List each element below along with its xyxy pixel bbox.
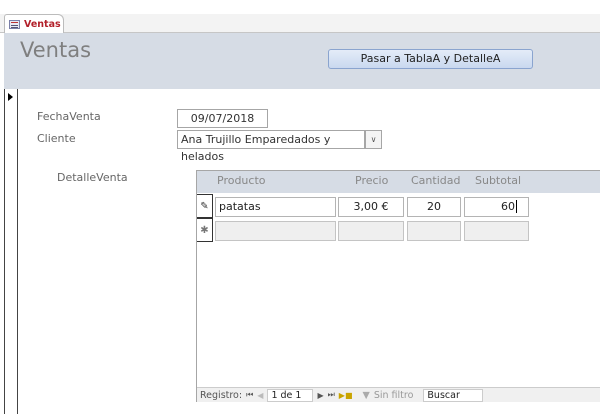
producto-cell[interactable]: patatas: [215, 197, 336, 217]
tab-ventas[interactable]: Ventas: [4, 14, 64, 34]
search-input[interactable]: Buscar: [423, 388, 484, 402]
next-record-icon[interactable]: ▶: [317, 391, 323, 400]
chevron-down-icon[interactable]: ∨: [365, 130, 382, 149]
last-record-icon[interactable]: ⏭: [328, 390, 335, 400]
column-header-producto: Producto: [217, 174, 266, 187]
record-position-input[interactable]: 1 de 1: [267, 388, 314, 402]
document-tab-strip: [0, 14, 600, 33]
record-navigation-bar: Registro: ⏮ ◀ 1 de 1 ▶ ⏭ ▶■ ▼ Sin filtro…: [197, 387, 600, 402]
cliente-combobox[interactable]: Ana Trujillo Emparedados y helados: [177, 130, 365, 163]
registro-label: Registro:: [200, 389, 243, 401]
cantidad-cell[interactable]: 20: [407, 197, 461, 217]
detalleventa-label: DetalleVenta: [57, 171, 128, 184]
new-cantidad-cell[interactable]: [407, 221, 461, 241]
column-header-cantidad: Cantidad: [411, 174, 461, 187]
pencil-icon: ✎: [200, 200, 209, 212]
asterisk-icon: ✱: [200, 224, 209, 236]
tab-label: Ventas: [24, 19, 61, 30]
column-header-subtotal: Subtotal: [475, 174, 522, 187]
new-precio-cell[interactable]: [338, 221, 404, 241]
current-record-arrow-icon: [8, 93, 13, 101]
fechaventa-label: FechaVenta: [37, 110, 101, 123]
first-record-icon[interactable]: ⏮: [246, 390, 253, 400]
previous-record-icon[interactable]: ◀: [257, 391, 263, 400]
precio-cell[interactable]: 3,00 €: [338, 197, 404, 217]
sin-filtro-button[interactable]: Sin filtro: [374, 390, 414, 401]
new-record-selector[interactable]: ✱: [197, 218, 213, 242]
pasar-a-tabla-button[interactable]: Pasar a TablaA y DetalleA: [328, 49, 533, 69]
record-selector[interactable]: ✎: [197, 194, 213, 218]
subtotal-value: 60: [501, 200, 515, 213]
record-selector-bar[interactable]: [4, 89, 18, 414]
form-icon: [9, 20, 20, 29]
new-producto-cell[interactable]: [215, 221, 336, 241]
page-title: Ventas: [20, 38, 92, 62]
new-subtotal-cell[interactable]: [464, 221, 529, 241]
cliente-label: Cliente: [37, 132, 76, 145]
subtotal-cell[interactable]: 60: [464, 197, 529, 217]
new-record-icon[interactable]: ▶■: [339, 391, 353, 400]
filter-icon: ▼: [362, 389, 370, 401]
fechaventa-input[interactable]: 09/07/2018: [177, 109, 268, 128]
column-header-precio: Precio: [355, 174, 389, 187]
